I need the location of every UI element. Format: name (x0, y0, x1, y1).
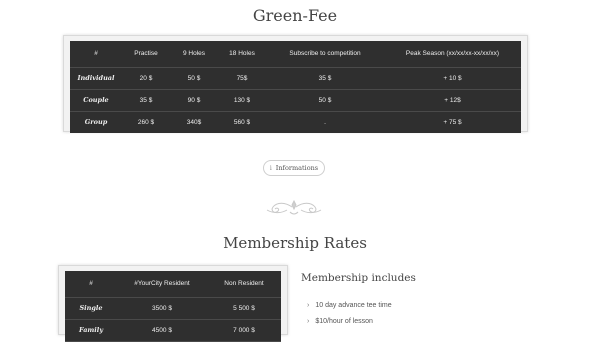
greenfee-table: # Practise 9 Holes 18 Holes Subscribe to… (70, 41, 521, 133)
table-cell: 50 $ (170, 67, 218, 90)
table-cell: . (324, 118, 326, 126)
greenfee-header-18holes: 18 Holes (218, 41, 266, 68)
membership-header-nonresident: Non Resident (207, 271, 281, 298)
info-icon: i (269, 164, 272, 172)
table-cell: + 10 $ (384, 67, 521, 90)
table-cell: 35 $ (266, 67, 384, 90)
table-cell: 260 $ (137, 118, 155, 126)
informations-button[interactable]: i Informations (263, 160, 325, 176)
greenfee-header-row: # Practise 9 Holes 18 Holes Subscribe to… (70, 41, 521, 68)
membership-table-frame: # #YourCity Resident Non Resident Single… (58, 265, 288, 342)
table-cell: 20 $ (122, 67, 170, 90)
membership-header-resident: #YourCity Resident (117, 271, 207, 298)
list-item: › $10/hour of lesson (307, 314, 392, 330)
informations-label: Informations (275, 164, 319, 172)
table-cell: 50 $ (266, 89, 384, 112)
greenfee-header-subscribe: Subscribe to competition (266, 41, 384, 68)
table-cell: 340$ (186, 118, 202, 126)
table-row: Family 4500 $ 7 000 $ (65, 319, 281, 342)
row-label-group: Group (84, 118, 108, 127)
greenfee-header-practise: Practise (122, 41, 170, 68)
chevron-right-icon: › (307, 318, 310, 325)
table-cell: + 12$ (384, 89, 521, 112)
greenfee-title: Green-Fee (252, 6, 338, 25)
table-cell: 130 $ (218, 89, 266, 112)
table-cell: 3500 $ (117, 297, 207, 320)
greenfee-header-hash: # (70, 41, 122, 68)
chevron-right-icon: › (307, 302, 310, 309)
membership-includes-list: › 10 day advance tee time › $10/hour of le… (307, 298, 392, 330)
table-cell: 5 500 $ (207, 297, 281, 320)
row-label-single: Single (65, 297, 117, 320)
list-item-label: $10/hour of lesson (315, 318, 373, 325)
table-cell: 7 000 $ (207, 319, 281, 342)
list-item-label: 10 day advance tee time (315, 302, 392, 309)
table-cell: + 75 $ (443, 118, 462, 126)
row-label-individual: Individual (70, 67, 122, 90)
greenfee-header-peak: Peak Season (xx/xx/xx-xx/xx/xx) (384, 41, 521, 68)
table-cell: 75$ (218, 67, 266, 90)
table-cell: 90 $ (170, 89, 218, 112)
row-label-couple: Couple (70, 89, 122, 112)
table-row: Couple 35 $ 90 $ 130 $ 50 $ + 12$ (70, 89, 521, 112)
membership-table: # #YourCity Resident Non Resident Single… (65, 271, 281, 342)
table-cell: 560 $ (233, 118, 251, 126)
table-row: Single 3500 $ 5 500 $ (65, 297, 281, 320)
greenfee-table-frame: # Practise 9 Holes 18 Holes Subscribe to… (63, 35, 528, 133)
table-cell: 35 $ (122, 89, 170, 112)
membership-title: Membership Rates (223, 234, 367, 252)
greenfee-header-9holes: 9 Holes (170, 41, 218, 68)
list-item: › 10 day advance tee time (307, 298, 392, 314)
membership-header-row: # #YourCity Resident Non Resident (65, 271, 281, 298)
table-row: Group 260 $ 340$ 560 $ . + 75 $ (70, 111, 521, 133)
ornament-divider-icon (266, 199, 322, 215)
row-label-family: Family (65, 319, 117, 342)
membership-header-hash: # (65, 271, 117, 298)
table-row: Individual 20 $ 50 $ 75$ 35 $ + 10 $ (70, 67, 521, 90)
membership-includes-title: Membership includes (301, 272, 416, 284)
table-cell: 4500 $ (117, 319, 207, 342)
